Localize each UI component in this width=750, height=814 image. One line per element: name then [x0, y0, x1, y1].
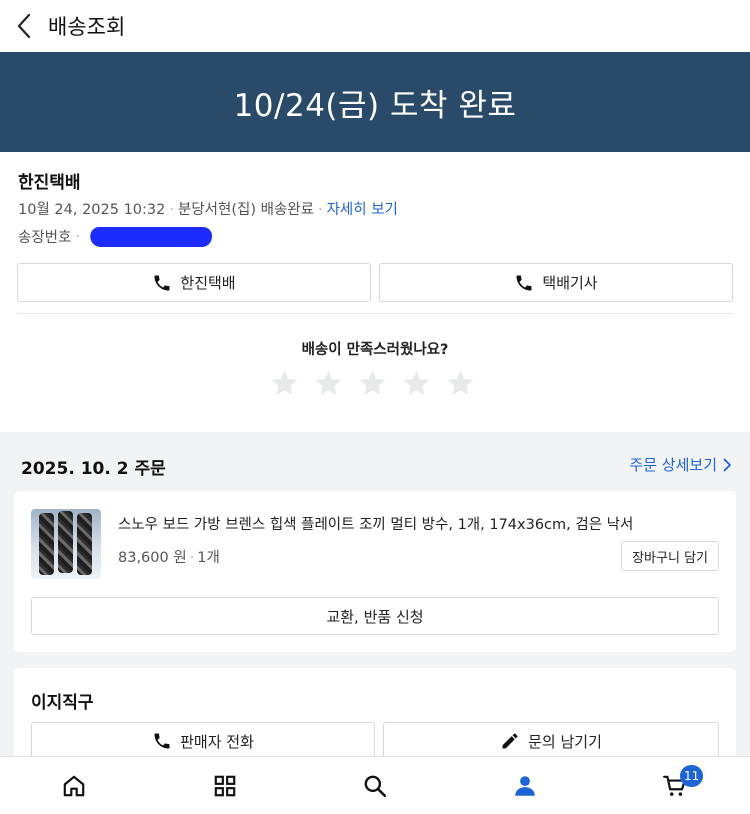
seller-name: 이지직구	[31, 693, 94, 713]
leave-inquiry-button[interactable]: 문의 남기기	[383, 722, 719, 760]
rating-question: 배송이 만족스러웠나요?	[301, 342, 449, 358]
delivery-status-text: 10/24(금) 도착 완료	[233, 87, 517, 124]
order-detail-label: 주문 상세보기	[629, 456, 717, 474]
call-driver-button[interactable]: 택배기사	[379, 263, 733, 302]
price-value: 83,600 원	[118, 550, 187, 566]
nav-my-page[interactable]	[495, 757, 555, 814]
tracking-number: 송장번호 ·	[18, 226, 214, 247]
call-seller-button[interactable]: 판매자 전화	[31, 722, 375, 760]
divider	[17, 313, 733, 314]
bottom-nav: 11	[0, 756, 750, 814]
nav-search[interactable]	[345, 757, 405, 814]
product-name[interactable]: 스노우 보드 가방 브렌스 힙색 플레이트 조끼 멀티 방수, 1개, 174x…	[118, 513, 633, 534]
phone-icon	[154, 733, 170, 749]
cart-badge: 11	[680, 765, 704, 787]
back-button[interactable]	[0, 0, 48, 52]
redacted-tracking-number	[88, 226, 214, 247]
order-detail-link[interactable]: 주문 상세보기	[629, 454, 732, 475]
top-bar: 배송조회	[0, 0, 750, 52]
add-to-cart-button[interactable]: 장바구니 담기	[621, 541, 719, 571]
chevron-left-icon	[17, 13, 31, 39]
shipment-location: 분당서현(집) 배송완료	[177, 202, 314, 218]
pencil-icon	[502, 733, 518, 749]
star-icon-3[interactable]	[357, 368, 388, 399]
quantity-value: 1개	[197, 550, 220, 566]
leave-inquiry-label: 문의 남기기	[528, 732, 602, 751]
star-rating	[269, 368, 476, 399]
order-date: 2025. 10. 2 주문	[21, 459, 166, 479]
call-seller-label: 판매자 전화	[180, 732, 254, 751]
nav-home[interactable]	[44, 757, 104, 814]
page-title: 배송조회	[48, 15, 126, 39]
detail-link[interactable]: 자세히 보기	[327, 202, 398, 218]
grid-icon	[214, 775, 236, 797]
search-icon	[364, 775, 387, 798]
call-carrier-button[interactable]: 한진택배	[17, 263, 371, 302]
product-thumbnail[interactable]	[31, 509, 101, 579]
carrier-name: 한진택배	[18, 173, 81, 193]
order-item-card: 스노우 보드 가방 브렌스 힙색 플레이트 조끼 멀티 방수, 1개, 174x…	[14, 491, 736, 652]
call-driver-label: 택배기사	[542, 274, 598, 292]
phone-icon	[516, 275, 532, 290]
star-icon-2[interactable]	[313, 368, 344, 399]
tracking-label: 송장번호	[18, 230, 72, 246]
star-icon-5[interactable]	[445, 368, 476, 399]
user-icon	[515, 776, 535, 796]
chevron-right-icon	[723, 458, 731, 471]
product-price: 83,600 원 · 1개	[118, 550, 220, 566]
phone-icon	[154, 275, 170, 290]
delivery-status-banner: 10/24(금) 도착 완료	[0, 52, 750, 152]
exchange-return-button[interactable]: 교환, 반품 신청	[31, 597, 719, 635]
shipment-info: 10월 24, 2025 10:32 · 분당서현(집) 배송완료 · 자세히 보기	[18, 202, 398, 218]
order-header: 2025. 10. 2 주문 주문 상세보기	[0, 432, 750, 490]
star-icon-4[interactable]	[401, 368, 432, 399]
call-carrier-label: 한진택배	[180, 274, 236, 292]
star-icon-1[interactable]	[269, 368, 300, 399]
nav-categories[interactable]	[195, 757, 255, 814]
home-icon	[63, 775, 85, 797]
shipment-card: 한진택배 10월 24, 2025 10:32 · 분당서현(집) 배송완료 · 자세히…	[0, 152, 750, 432]
shipment-datetime: 10월 24, 2025 10:32	[18, 202, 166, 218]
